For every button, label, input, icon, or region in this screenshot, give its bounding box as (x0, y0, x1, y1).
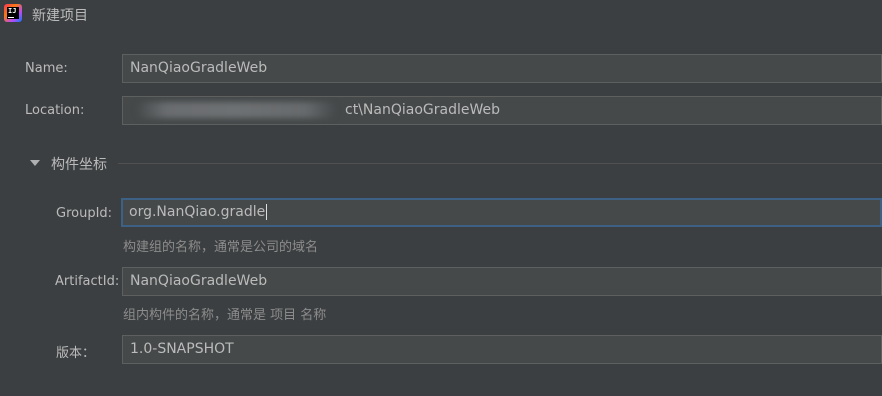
text-cursor (266, 204, 268, 220)
artifactid-field[interactable]: NanQiaoGradleWeb (122, 267, 882, 296)
groupid-label: GroupId: (56, 206, 113, 221)
location-label: Location: (25, 103, 85, 118)
artifactid-label: ArtifactId: (55, 274, 120, 289)
version-label: 版本： (56, 346, 96, 361)
intellij-idea-icon: IJ (4, 4, 22, 22)
window-title: 新建项目 (32, 8, 88, 24)
section-title[interactable]: 构件坐标 (51, 154, 107, 174)
redacted-path (136, 102, 336, 118)
artifactid-hint: 组内构件的名称，通常是 项目 名称 (123, 308, 327, 323)
collapse-arrow-icon[interactable] (30, 160, 40, 166)
section-divider (118, 163, 882, 164)
name-label: Name: (25, 61, 68, 76)
name-field[interactable]: NanQiaoGradleWeb (122, 54, 882, 83)
groupid-field[interactable]: org.NanQiao.gradle (121, 198, 882, 227)
version-field[interactable]: 1.0-SNAPSHOT (122, 335, 882, 364)
groupid-hint: 构建组的名称，通常是公司的域名 (123, 240, 319, 255)
title-bar: IJ 新建项目 (0, 0, 882, 30)
